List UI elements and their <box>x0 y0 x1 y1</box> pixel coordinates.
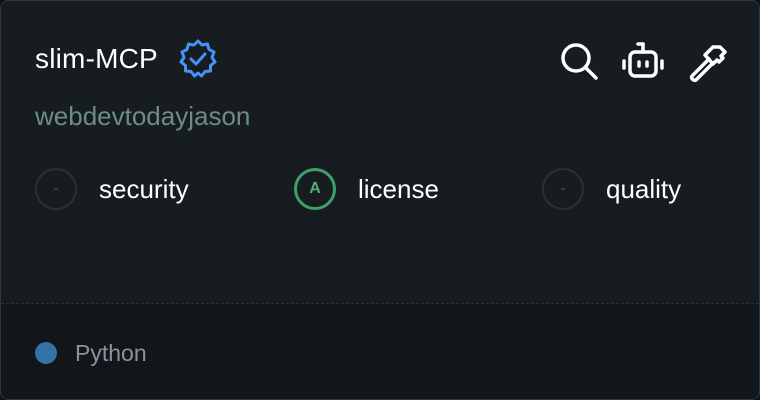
hammer-icon[interactable] <box>685 39 729 83</box>
search-icon[interactable] <box>557 39 601 83</box>
security-label: security <box>99 174 189 204</box>
tool-icons <box>557 39 729 83</box>
license-score[interactable]: A license <box>294 165 439 213</box>
language-color-dot <box>35 342 57 364</box>
server-owner[interactable]: webdevtodayjason <box>35 99 250 133</box>
score-row: - security A license - quality <box>35 165 725 213</box>
server-name[interactable]: slim-MCP <box>35 37 158 81</box>
quality-grade-badge: - <box>542 168 584 210</box>
quality-score[interactable]: - quality <box>542 165 681 213</box>
verified-badge-icon <box>176 37 220 81</box>
title-row: slim-MCP <box>35 37 220 81</box>
license-label: license <box>358 174 439 204</box>
server-card[interactable]: slim-MCP webdevtodayjason - security A l… <box>0 0 760 400</box>
robot-icon[interactable] <box>621 39 665 83</box>
language-name: Python <box>75 340 147 366</box>
language-indicator: Python <box>35 339 147 367</box>
security-grade-badge: - <box>35 168 77 210</box>
license-grade-badge: A <box>294 168 336 210</box>
security-score[interactable]: - security <box>35 165 189 213</box>
quality-label: quality <box>606 174 682 204</box>
